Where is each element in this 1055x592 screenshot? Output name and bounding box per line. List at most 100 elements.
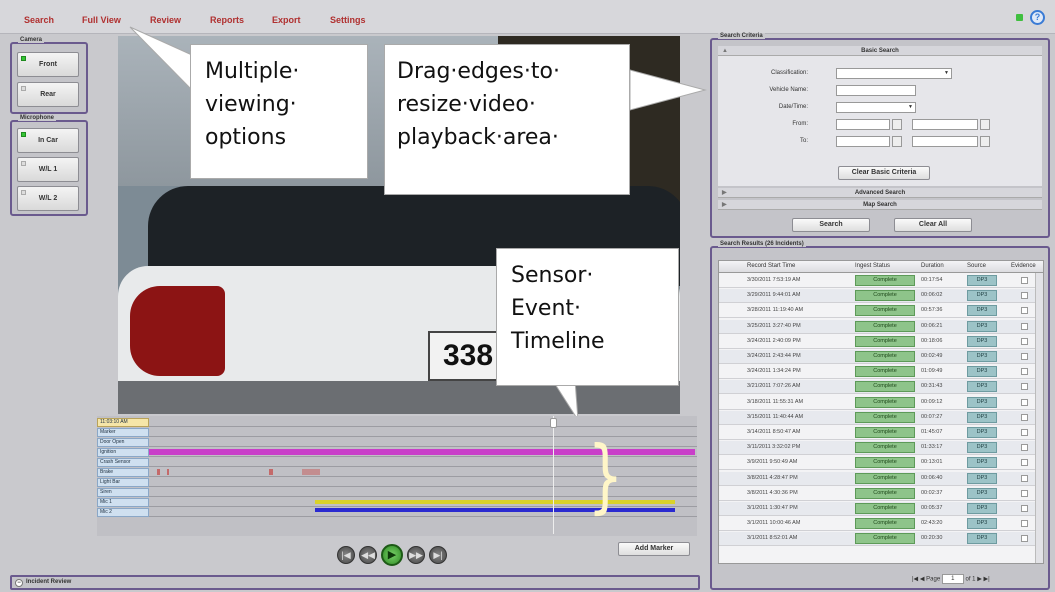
table-row[interactable]: 3/11/2011 3:32:02 PM Complete 01:33:17 DP3 bbox=[719, 441, 1043, 456]
classification-select[interactable]: ▼ bbox=[836, 68, 952, 79]
step-forward-button[interactable]: ▶▶ bbox=[407, 546, 425, 564]
evidence-checkbox[interactable] bbox=[1021, 520, 1028, 528]
evidence-checkbox[interactable] bbox=[1021, 489, 1028, 497]
nav-reports[interactable]: Reports bbox=[210, 15, 244, 25]
from-time-input[interactable] bbox=[912, 119, 978, 130]
table-row[interactable]: 3/9/2011 9:50:49 AM Complete 00:13:01 DP3 bbox=[719, 456, 1043, 471]
evidence-checkbox[interactable] bbox=[1021, 337, 1028, 345]
source-badge: DP3 bbox=[967, 320, 997, 332]
evidence-checkbox[interactable] bbox=[1021, 292, 1028, 300]
first-page-icon[interactable]: |◀ bbox=[912, 577, 918, 583]
evidence-checkbox[interactable] bbox=[1021, 307, 1028, 315]
map-search-header[interactable]: ▶ Map Search bbox=[718, 200, 1042, 210]
source-badge: DP3 bbox=[967, 472, 997, 484]
mic-wl1-button[interactable]: W/L 1 bbox=[17, 157, 79, 182]
to-time-input[interactable] bbox=[912, 136, 978, 147]
camera-panel: Camera Front Rear bbox=[10, 37, 88, 114]
evidence-checkbox[interactable] bbox=[1021, 322, 1028, 330]
incident-review-label: Incident Review bbox=[26, 579, 72, 585]
clear-all-button[interactable]: Clear All bbox=[894, 218, 972, 232]
page-input[interactable]: 1 bbox=[941, 574, 964, 584]
evidence-checkbox[interactable] bbox=[1021, 459, 1028, 467]
calendar-icon[interactable] bbox=[892, 119, 902, 130]
clear-basic-criteria-button[interactable]: Clear Basic Criteria bbox=[838, 166, 930, 180]
mic-in-car-button[interactable]: In Car bbox=[17, 128, 79, 153]
time-spinner-icon[interactable] bbox=[980, 136, 990, 147]
skip-back-button[interactable]: |◀ bbox=[337, 546, 355, 564]
nav-search[interactable]: Search bbox=[24, 15, 54, 25]
results-scrollbar[interactable] bbox=[1035, 273, 1043, 563]
column-header-ingest-status[interactable]: Ingest Status bbox=[855, 263, 890, 269]
brake-event-mark[interactable] bbox=[167, 469, 169, 475]
skip-forward-button[interactable]: ▶| bbox=[429, 546, 447, 564]
brake-event-mark[interactable] bbox=[269, 469, 273, 475]
basic-search-header[interactable]: ▲ Basic Search bbox=[718, 46, 1042, 56]
table-row[interactable]: 3/25/2011 3:27:40 PM Complete 00:06:21 DP3 bbox=[719, 319, 1043, 334]
from-date-input[interactable] bbox=[836, 119, 890, 130]
table-row[interactable]: 3/14/2011 8:50:47 AM Complete 01:45:07 DP3 bbox=[719, 426, 1043, 440]
vehicle-name-input[interactable] bbox=[836, 85, 916, 96]
nav-full-view[interactable]: Full View bbox=[82, 15, 121, 25]
table-row[interactable]: 3/30/2011 7:53:19 AM Complete 00:17:54 DP3 bbox=[719, 274, 1043, 288]
collapse-icon[interactable]: − bbox=[15, 579, 23, 587]
mic-wl2-button[interactable]: W/L 2 bbox=[17, 186, 79, 211]
column-header-source[interactable]: Source bbox=[967, 263, 986, 269]
nav-review[interactable]: Review bbox=[150, 15, 181, 25]
evidence-checkbox[interactable] bbox=[1021, 277, 1028, 284]
last-page-icon[interactable]: ▶| bbox=[983, 577, 989, 583]
playhead-handle[interactable] bbox=[550, 418, 557, 428]
date-time-select[interactable]: ▼ bbox=[836, 102, 916, 113]
page-of-label: of 1 bbox=[965, 576, 976, 583]
table-row[interactable]: 3/28/2011 11:19:40 AM Complete 00:57:36 DP3 bbox=[719, 304, 1043, 319]
inactive-led-icon bbox=[21, 161, 26, 166]
evidence-checkbox[interactable] bbox=[1021, 429, 1028, 436]
evidence-checkbox[interactable] bbox=[1021, 535, 1028, 543]
evidence-checkbox[interactable] bbox=[1021, 474, 1028, 482]
table-row[interactable]: 3/8/2011 4:28:47 PM Complete 00:06:40 DP3 bbox=[719, 471, 1043, 486]
nav-export[interactable]: Export bbox=[272, 15, 301, 25]
step-back-button[interactable]: ◀◀ bbox=[359, 546, 377, 564]
status-indicator-icon bbox=[1016, 14, 1023, 21]
callout-line: playback·area· bbox=[397, 125, 559, 150]
to-date-input[interactable] bbox=[836, 136, 890, 147]
timeline-playhead[interactable] bbox=[553, 416, 554, 534]
camera-front-button[interactable]: Front bbox=[17, 52, 79, 77]
column-header-start-time[interactable]: Record Start Time bbox=[747, 263, 795, 269]
table-row[interactable]: 3/24/2011 2:43:44 PM Complete 00:02:49 DP3 bbox=[719, 350, 1043, 364]
brake-event-mark[interactable] bbox=[157, 469, 160, 475]
brake-event-mark[interactable] bbox=[302, 469, 320, 475]
source-badge: DP3 bbox=[967, 518, 997, 530]
advanced-search-header[interactable]: ▶ Advanced Search bbox=[718, 188, 1042, 198]
add-marker-button[interactable]: Add Marker bbox=[618, 542, 690, 556]
table-row[interactable]: 3/24/2011 2:40:09 PM Complete 00:18:06 DP3 bbox=[719, 335, 1043, 349]
table-row[interactable]: 3/1/2011 10:00:46 AM Complete 02:43:20 DP3 bbox=[719, 517, 1043, 532]
evidence-checkbox[interactable] bbox=[1021, 383, 1028, 391]
table-row[interactable]: 3/15/2011 11:40:44 AM Complete 00:07:27 DP3 bbox=[719, 410, 1043, 425]
table-row[interactable]: 3/8/2011 4:30:36 PM Complete 00:02:37 DP3 bbox=[719, 487, 1043, 501]
evidence-checkbox[interactable] bbox=[1021, 353, 1028, 360]
calendar-icon[interactable] bbox=[892, 136, 902, 147]
incident-review-bar[interactable]: − Incident Review bbox=[10, 575, 700, 590]
duration-value: 00:07:27 bbox=[921, 413, 943, 420]
table-row[interactable]: 3/21/2011 7:07:26 AM Complete 00:31:43 DP3 bbox=[719, 380, 1043, 395]
camera-rear-button[interactable]: Rear bbox=[17, 82, 79, 107]
table-row[interactable]: 3/1/2011 8:52:01 AM Complete 00:20:30 DP3 bbox=[719, 532, 1043, 547]
column-header-duration[interactable]: Duration bbox=[921, 263, 944, 269]
time-spinner-icon[interactable] bbox=[980, 119, 990, 130]
table-row[interactable]: 3/1/2011 1:30:47 PM Complete 00:05:37 DP3 bbox=[719, 502, 1043, 516]
evidence-checkbox[interactable] bbox=[1021, 444, 1028, 452]
to-label: To: bbox=[799, 138, 808, 144]
evidence-checkbox[interactable] bbox=[1021, 368, 1028, 376]
evidence-checkbox[interactable] bbox=[1021, 413, 1028, 421]
table-row[interactable]: 3/29/2011 9:44:01 AM Complete 00:06:02 DP3 bbox=[719, 289, 1043, 304]
table-row[interactable]: 3/24/2011 1:34:24 PM Complete 01:09:49 DP3 bbox=[719, 365, 1043, 380]
play-button[interactable]: ▶ bbox=[381, 544, 403, 566]
search-button[interactable]: Search bbox=[792, 218, 870, 232]
evidence-checkbox[interactable] bbox=[1021, 398, 1028, 406]
evidence-checkbox[interactable] bbox=[1021, 505, 1028, 512]
column-header-evidence[interactable]: Evidence bbox=[1011, 263, 1036, 269]
nav-settings[interactable]: Settings bbox=[330, 15, 366, 25]
table-row[interactable]: 3/18/2011 11:55:31 AM Complete 00:09:12 DP3 bbox=[719, 396, 1043, 410]
ingest-status-badge: Complete bbox=[855, 518, 915, 530]
help-icon[interactable]: ? bbox=[1030, 10, 1045, 25]
